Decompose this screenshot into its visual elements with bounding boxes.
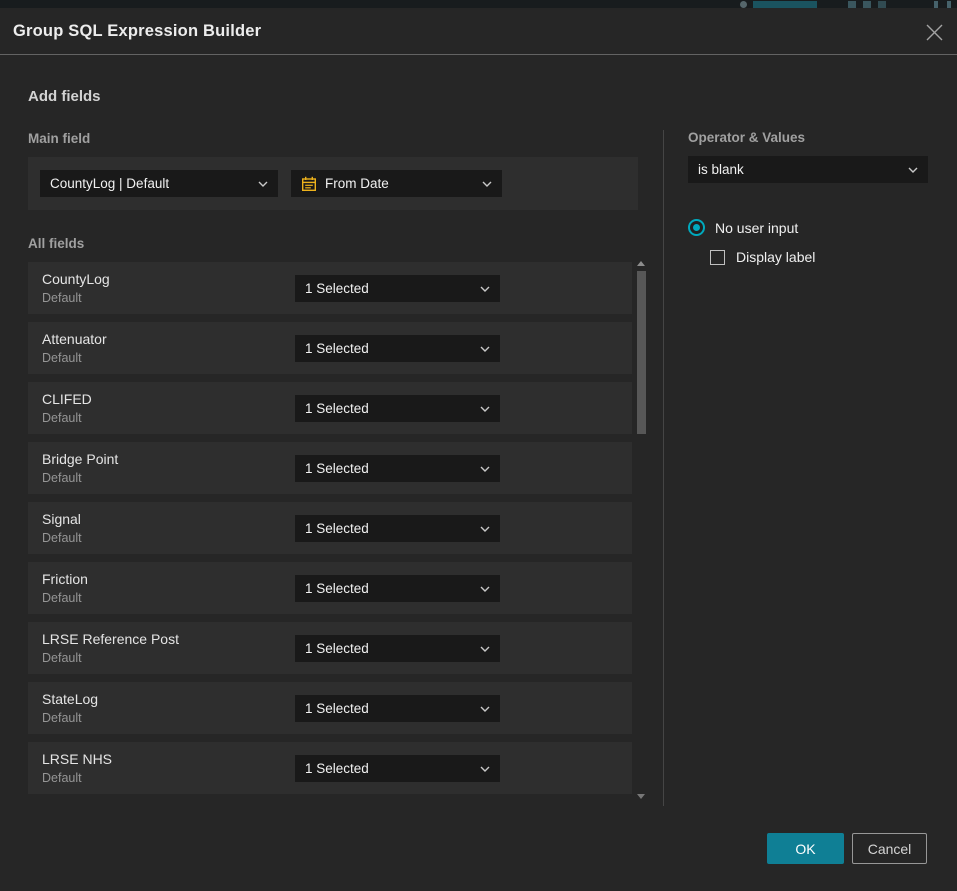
field-selection-dropdown[interactable]: 1 Selected <box>295 395 500 422</box>
no-user-input-label: No user input <box>715 220 798 236</box>
scrollbar[interactable] <box>636 260 647 800</box>
field-name: CLIFED <box>42 391 92 407</box>
radio-selected-dot <box>693 224 700 231</box>
field-type: Default <box>42 471 82 485</box>
field-type: Default <box>42 531 82 545</box>
field-selection-dropdown[interactable]: 1 Selected <box>295 755 500 782</box>
dropdown-value: 1 Selected <box>305 341 369 356</box>
close-button[interactable] <box>922 20 946 44</box>
field-row: Bridge Point Default 1 Selected <box>28 442 632 494</box>
scroll-down-arrow-icon[interactable] <box>637 794 645 799</box>
calendar-icon <box>301 176 317 192</box>
dialog-title: Group SQL Expression Builder <box>13 22 261 41</box>
field-name: LRSE Reference Post <box>42 631 179 647</box>
main-field-layer-dropdown[interactable]: CountyLog | Default <box>40 170 278 197</box>
operator-values-label: Operator & Values <box>688 130 805 145</box>
dropdown-value: 1 Selected <box>305 701 369 716</box>
field-row: CountyLog Default 1 Selected <box>28 262 632 314</box>
field-type: Default <box>42 591 82 605</box>
background-widget <box>934 1 938 8</box>
background-widget <box>863 1 871 8</box>
group-sql-expression-builder-dialog: Group SQL Expression Builder Add fields … <box>0 8 957 891</box>
background-widget <box>947 1 951 8</box>
field-type: Default <box>42 411 82 425</box>
field-type: Default <box>42 771 82 785</box>
cancel-button[interactable]: Cancel <box>852 833 927 864</box>
field-row: LRSE NHS Default 1 Selected <box>28 742 632 794</box>
dropdown-value: 1 Selected <box>305 581 369 596</box>
dropdown-value: 1 Selected <box>305 461 369 476</box>
chevron-down-icon <box>480 586 490 592</box>
chevron-down-icon <box>480 346 490 352</box>
field-selection-dropdown[interactable]: 1 Selected <box>295 455 500 482</box>
dropdown-value: 1 Selected <box>305 281 369 296</box>
chevron-down-icon <box>482 181 492 187</box>
display-label-option: Display label <box>710 249 815 265</box>
field-row: CLIFED Default 1 Selected <box>28 382 632 434</box>
all-fields-label: All fields <box>28 236 84 251</box>
main-field-label: Main field <box>28 131 90 146</box>
field-selection-dropdown[interactable]: 1 Selected <box>295 575 500 602</box>
chevron-down-icon <box>258 181 268 187</box>
field-name: CountyLog <box>42 271 110 287</box>
all-fields-list: CountyLog Default 1 Selected Attenuator … <box>28 262 632 802</box>
field-name: Friction <box>42 571 88 587</box>
main-field-date-dropdown[interactable]: From Date <box>291 170 502 197</box>
dropdown-value: 1 Selected <box>305 641 369 656</box>
field-row: Signal Default 1 Selected <box>28 502 632 554</box>
display-label-checkbox[interactable] <box>710 250 725 265</box>
chevron-down-icon <box>480 466 490 472</box>
field-selection-dropdown[interactable]: 1 Selected <box>295 635 500 662</box>
background-app-strip <box>0 0 957 8</box>
dropdown-value: 1 Selected <box>305 401 369 416</box>
field-name: Signal <box>42 511 81 527</box>
field-type: Default <box>42 291 82 305</box>
scroll-up-arrow-icon[interactable] <box>637 261 645 266</box>
panel-divider <box>663 130 664 806</box>
chevron-down-icon <box>480 286 490 292</box>
field-row: Friction Default 1 Selected <box>28 562 632 614</box>
field-name: LRSE NHS <box>42 751 112 767</box>
field-name: StateLog <box>42 691 98 707</box>
chevron-down-icon <box>480 766 490 772</box>
field-selection-dropdown[interactable]: 1 Selected <box>295 335 500 362</box>
chevron-down-icon <box>908 167 918 173</box>
no-user-input-radio[interactable] <box>688 219 705 236</box>
field-selection-dropdown[interactable]: 1 Selected <box>295 695 500 722</box>
display-label-text: Display label <box>736 249 815 265</box>
chevron-down-icon <box>480 646 490 652</box>
field-type: Default <box>42 711 82 725</box>
dropdown-value: 1 Selected <box>305 761 369 776</box>
field-type: Default <box>42 651 82 665</box>
field-type: Default <box>42 351 82 365</box>
operator-dropdown[interactable]: is blank <box>688 156 928 183</box>
field-selection-dropdown[interactable]: 1 Selected <box>295 515 500 542</box>
scrollbar-thumb[interactable] <box>637 271 646 434</box>
ok-button[interactable]: OK <box>767 833 844 864</box>
main-field-panel: CountyLog | Default From Date <box>28 157 638 210</box>
background-widget <box>848 1 856 8</box>
background-teal-label <box>753 1 817 8</box>
field-name: Attenuator <box>42 331 107 347</box>
dropdown-value: From Date <box>325 176 389 191</box>
field-row: StateLog Default 1 Selected <box>28 682 632 734</box>
add-fields-heading: Add fields <box>28 88 101 105</box>
field-row: LRSE Reference Post Default 1 Selected <box>28 622 632 674</box>
field-name: Bridge Point <box>42 451 118 467</box>
no-user-input-option: No user input <box>688 219 798 236</box>
dialog-header: Group SQL Expression Builder <box>0 8 957 55</box>
chevron-down-icon <box>480 706 490 712</box>
background-dot <box>740 1 747 8</box>
chevron-down-icon <box>480 406 490 412</box>
field-row: Attenuator Default 1 Selected <box>28 322 632 374</box>
field-selection-dropdown[interactable]: 1 Selected <box>295 275 500 302</box>
dropdown-value: 1 Selected <box>305 521 369 536</box>
chevron-down-icon <box>480 526 490 532</box>
dropdown-value: CountyLog | Default <box>50 176 169 191</box>
close-icon <box>925 23 944 42</box>
screen: Group SQL Expression Builder Add fields … <box>0 0 957 891</box>
background-widget <box>878 1 886 8</box>
dropdown-value: is blank <box>698 162 744 177</box>
